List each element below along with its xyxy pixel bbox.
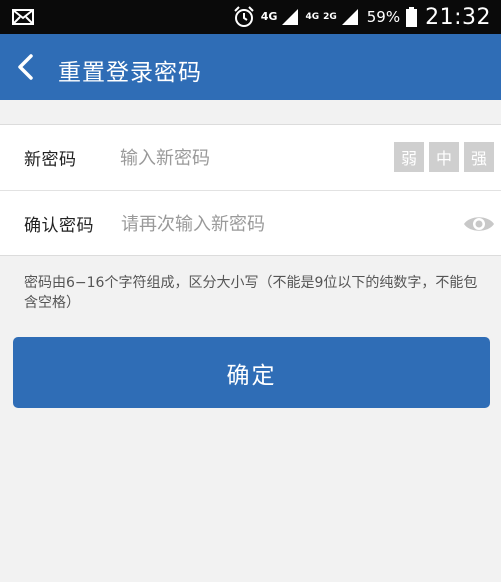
new-password-row: 新密码 弱 中 强 <box>0 125 501 190</box>
strength-weak-indicator: 弱 <box>394 142 424 172</box>
signal-icon-secondary <box>341 9 358 25</box>
password-form: 新密码 弱 中 强 确认密码 <box>0 124 501 256</box>
confirm-password-input[interactable] <box>121 205 441 243</box>
network-4g-label: 4G <box>260 10 278 23</box>
confirm-password-label: 确认密码 <box>24 216 94 236</box>
network-4g-secondary-label: 4G <box>305 12 320 22</box>
page-title: 重置登录密码 <box>58 60 202 86</box>
mail-icon <box>12 9 34 25</box>
alarm-icon <box>234 6 254 27</box>
signal-icon <box>282 9 299 25</box>
back-button[interactable] <box>10 52 40 82</box>
battery-icon <box>406 7 418 27</box>
chevron-left-icon <box>18 54 33 80</box>
clock: 21:32 <box>425 4 491 30</box>
confirm-password-row: 确认密码 <box>0 191 501 256</box>
confirm-button[interactable]: 确定 <box>13 337 490 408</box>
strength-strong-indicator: 强 <box>464 142 494 172</box>
battery-percent: 59% <box>366 8 401 26</box>
network-2g-label: 2G <box>323 12 337 22</box>
password-rule-hint: 密码由6−16个字符组成，区分大小写（不能是9位以下的纯数字，不能包含空格） <box>24 275 478 311</box>
new-password-input[interactable] <box>120 139 380 177</box>
strength-medium-indicator: 中 <box>429 142 459 172</box>
eye-icon[interactable] <box>463 212 495 236</box>
status-bar: 4G 4G 2G 59% 21:32 <box>0 0 501 34</box>
status-indicators: 4G 4G 2G 59% 21:32 <box>233 0 491 34</box>
header-bar: 重置登录密码 <box>0 34 501 100</box>
new-password-label: 新密码 <box>24 150 77 170</box>
